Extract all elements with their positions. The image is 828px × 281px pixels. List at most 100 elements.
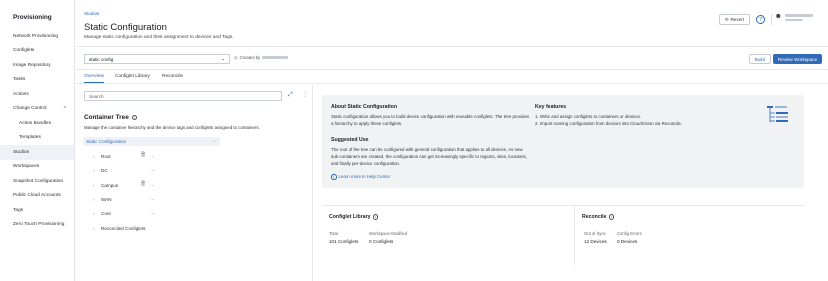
page-header: Studios Static Configuration Manage stat… [76, 0, 828, 47]
chevron-right-icon[interactable]: › [93, 197, 101, 202]
revert-label: Revert [730, 17, 744, 22]
sidebar-item-public-cloud-accounts[interactable]: Public Cloud Accounts [0, 189, 74, 204]
chevron-right-icon[interactable]: › [93, 168, 101, 173]
tree-node-label: Reconciled Configlets [101, 225, 146, 231]
configlet-library-card: Configlet Library i Total 101 Configlets… [322, 205, 574, 281]
tab-overview[interactable]: Overview [84, 74, 104, 83]
sidebar-item-label: Change Control [13, 106, 47, 112]
about-body: Static configuration allows you to build… [331, 114, 530, 126]
out-of-sync-value: 12 Devices [584, 239, 607, 244]
chevron-down-icon: ⌄ [221, 56, 225, 61]
user-name-redacted [785, 14, 813, 21]
total-label: Total [329, 231, 338, 236]
tree-node-dc[interactable]: › DC ··· [93, 164, 223, 176]
config-errors-label: Config Errors [617, 231, 642, 236]
more-icon[interactable]: ··· [211, 139, 216, 144]
tree-node-label: DC [101, 167, 108, 173]
sidebar-item-zero-touch-provisioning[interactable]: Zero Touch Provisioning [0, 218, 74, 233]
chevron-right-icon[interactable]: › [93, 183, 101, 188]
info-icon[interactable]: i [372, 214, 379, 220]
hierarchy-illustration-icon [767, 106, 788, 122]
sidebar-item-label: Action Bundles [19, 120, 51, 126]
sidebar-item-studios[interactable]: Studios [0, 145, 74, 160]
info-icon[interactable]: i [131, 114, 138, 121]
document-icon: 🗎 [141, 181, 146, 187]
workspace-select-value: static config [89, 56, 114, 62]
tree-node-reconciled-configlets[interactable]: › Reconciled Configlets [93, 222, 223, 234]
build-button[interactable]: Build [748, 54, 771, 64]
tree-node-wan[interactable]: › WAN ··· [93, 193, 223, 205]
tree-node-root[interactable]: › Root 🗎 ··· [93, 150, 223, 162]
configlet-library-title-label: Configlet Library [329, 214, 371, 220]
tab-bar: Overview Configlet Library Reconcile [76, 71, 828, 84]
sidebar-item-workspaces[interactable]: Workspaces [0, 160, 74, 175]
help-icon[interactable]: ? [756, 15, 765, 24]
tree-node-core[interactable]: › Core ··· [93, 207, 223, 219]
chevron-right-icon[interactable]: › [93, 211, 101, 216]
container-tree-pane: Search ⤢ ⋮ Container Tree i Manage the c… [76, 85, 313, 281]
chevron-right-icon[interactable]: › [93, 154, 101, 159]
more-icon[interactable]: ··· [150, 154, 155, 159]
created-by: ◷ Created by [234, 55, 289, 60]
tree-node-label: WAN [101, 196, 112, 202]
tab-reconcile[interactable]: Reconcile [162, 74, 183, 82]
reconcile-title-label: Reconcile [582, 214, 607, 220]
user-icon: ☻ [774, 13, 782, 20]
reconcile-title: Reconcile i [582, 214, 615, 220]
search-input[interactable]: Search [84, 91, 282, 101]
sidebar-item-action-bundles[interactable]: Action Bundles [0, 116, 74, 131]
user-menu[interactable]: ☻ [775, 13, 813, 21]
sidebar-title: Provisioning [13, 14, 52, 21]
help-center-link[interactable]: i Learn more in Help Center [331, 174, 390, 180]
tab-configlet-library[interactable]: Configlet Library [115, 74, 150, 82]
chevron-right-icon[interactable]: › [93, 226, 101, 231]
more-icon[interactable]: ··· [150, 211, 155, 216]
sidebar-item-templates[interactable]: Templates [0, 131, 74, 146]
created-by-user-redacted [262, 56, 289, 59]
configlet-library-title: Configlet Library i [329, 214, 379, 220]
page-title: Static Configuration [84, 22, 167, 33]
sidebar-item-label: Configlets [13, 48, 35, 54]
sidebar-item-image-repository[interactable]: Image Repository [0, 58, 74, 73]
sidebar-item-tasks[interactable]: Tasks [0, 73, 74, 88]
sidebar-item-label: Workspaces [13, 164, 40, 170]
expand-icon[interactable]: ⤢ [288, 92, 293, 99]
breadcrumb[interactable]: Studios [84, 11, 99, 16]
sidebar-item-label: Studios [13, 149, 29, 155]
more-options-icon[interactable]: ⋮ [302, 91, 308, 98]
workspace-toolbar: static config ⌄ ◷ Created by Build Revie… [76, 48, 828, 70]
review-workspace-button[interactable]: Review Workspace [772, 54, 822, 64]
more-icon[interactable]: ··· [150, 197, 155, 202]
tree-node-label: Core [101, 210, 111, 216]
sidebar-item-change-control[interactable]: Change Control ^ [0, 102, 74, 117]
workspace-modified-value: 0 Configlets [369, 239, 394, 244]
sidebar-item-label: Actions [13, 91, 29, 97]
workspace-select[interactable]: static config ⌄ [84, 54, 230, 64]
total-value: 101 Configlets [329, 239, 359, 244]
more-icon[interactable]: ··· [150, 168, 155, 173]
sidebar-item-tags[interactable]: Tags [0, 203, 74, 218]
clock-icon: ◷ [234, 55, 238, 60]
sidebar-item-label: Templates [19, 135, 41, 141]
info-icon[interactable]: i [608, 214, 615, 220]
tree-root-label: Static Configuration [86, 139, 127, 144]
sidebar-item-configlets[interactable]: Configlets [0, 44, 74, 59]
sidebar: Provisioning Network Provisioning Config… [0, 0, 75, 281]
sidebar-item-label: Tasks [13, 77, 26, 83]
sidebar-item-snapshot-configuration[interactable]: Snapshot Configuration [0, 174, 74, 189]
key-features-title: Key features [535, 104, 567, 110]
key-feature-item: 1. Write and assign configlets to contai… [535, 114, 642, 119]
about-title: About Static Configuration [331, 104, 397, 110]
more-icon[interactable]: ··· [150, 183, 155, 188]
out-of-sync-label: Out of Sync [584, 231, 606, 236]
revert-button[interactable]: ⟲ Revert [718, 14, 750, 25]
undo-icon: ⟲ [724, 16, 729, 22]
tree-node-campus[interactable]: › Campus 🗎 ··· [93, 179, 223, 191]
tree-node-label: Root [101, 153, 111, 159]
sidebar-item-network-provisioning[interactable]: Network Provisioning [0, 29, 74, 44]
created-by-label: Created by [239, 55, 261, 60]
sidebar-item-label: Tags [13, 207, 24, 213]
tree-root-node[interactable]: Static Configuration ··· [83, 137, 220, 146]
sidebar-item-actions[interactable]: Actions [0, 87, 74, 102]
sidebar-item-label: Network Provisioning [13, 33, 59, 39]
